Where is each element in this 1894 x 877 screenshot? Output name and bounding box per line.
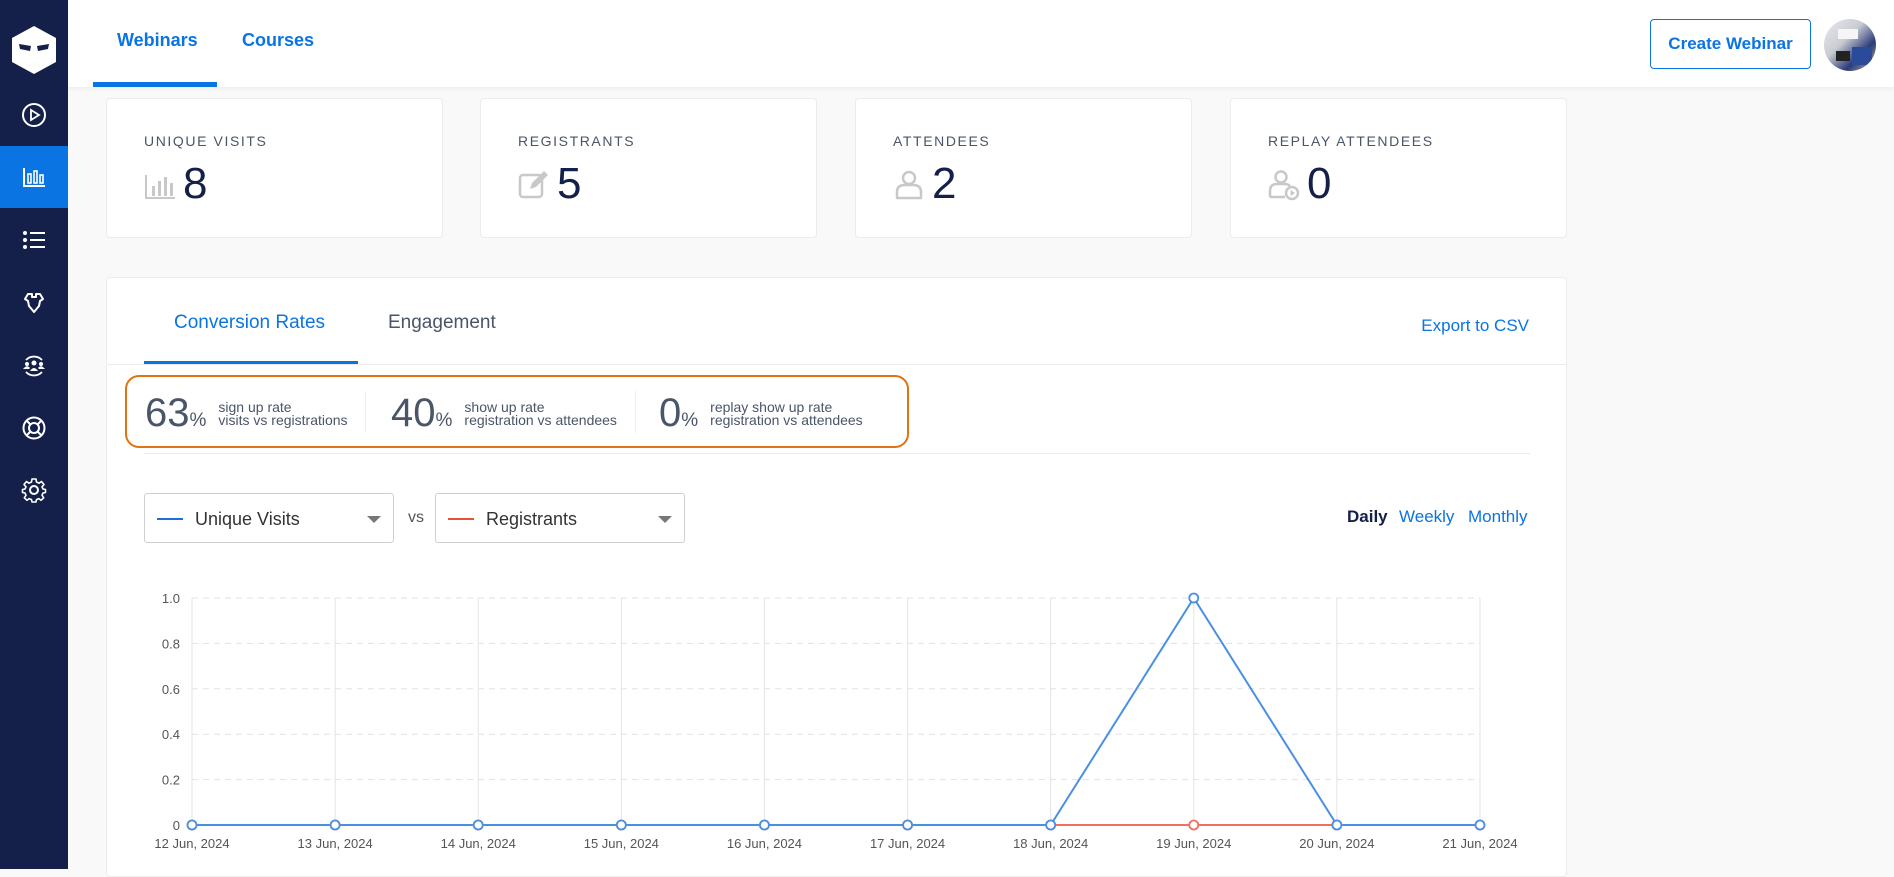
stat-card-attendees: ATTENDEES 2 (855, 98, 1192, 238)
active-tab-indicator (93, 82, 217, 87)
metric-select-secondary[interactable]: Registrants (435, 493, 685, 543)
stat-label: ATTENDEES (893, 133, 991, 149)
sidebar-item-integrations[interactable] (0, 271, 68, 333)
stat-value: 8 (183, 159, 208, 208)
analytics-panel: Conversion Rates Engagement Export to CS… (106, 277, 1567, 877)
caret-down-icon (658, 516, 672, 523)
stat-card-unique-visits: UNIQUE VISITS 8 (106, 98, 443, 238)
stat-label: UNIQUE VISITS (144, 133, 268, 149)
rate-subtitle: registration vs attendees (710, 411, 863, 428)
integrations-icon (24, 293, 44, 313)
vs-label: vs (408, 509, 424, 526)
stat-card-replay-attendees: REPLAY ATTENDEES 0 (1230, 98, 1567, 238)
tab-conversion-rates[interactable]: Conversion Rates (174, 312, 325, 334)
caret-down-icon (367, 516, 381, 523)
metric-select-primary[interactable]: Unique Visits (144, 493, 394, 543)
user-avatar[interactable] (1824, 19, 1876, 71)
sidebar-item-webinars[interactable] (0, 84, 68, 146)
analytics-icon (23, 168, 45, 187)
stat-value: 5 (557, 159, 582, 208)
support-icon (22, 416, 46, 440)
rate-subtitle: registration vs attendees (464, 411, 617, 428)
rate-value: 0 (659, 391, 682, 435)
play-circle-icon (22, 103, 46, 127)
rate-unit: % (189, 409, 207, 431)
stat-card-registrants: REGISTRANTS 5 (480, 98, 817, 238)
series-color-swatch (157, 518, 183, 520)
rate-unit: % (681, 409, 699, 431)
tab-courses[interactable]: Courses (242, 30, 314, 51)
period-daily[interactable]: Daily (1347, 507, 1388, 527)
series-color-swatch (448, 518, 474, 520)
rate-value: 40 (391, 391, 436, 435)
stat-value: 2 (932, 159, 957, 208)
rate-subtitle: visits vs registrations (218, 411, 348, 428)
rate-signup: 63 % sign up rate visits vs registrations (145, 391, 348, 436)
period-weekly[interactable]: Weekly (1399, 507, 1454, 527)
tab-engagement[interactable]: Engagement (388, 312, 496, 334)
divider (635, 391, 636, 433)
rate-showup: 40 % show up rate registration vs attende… (391, 391, 617, 436)
divider (365, 391, 366, 433)
bar-chart-icon (145, 175, 175, 199)
stat-label: REGISTRANTS (518, 133, 636, 149)
sidebar-item-settings[interactable] (0, 459, 68, 521)
conversion-rates-summary: 63 % sign up rate visits vs registrations… (125, 375, 909, 448)
user-replay-icon (1268, 170, 1300, 201)
period-monthly[interactable]: Monthly (1468, 507, 1528, 527)
webinarninja-logo-icon[interactable] (8, 24, 60, 76)
user-icon (895, 170, 923, 200)
sidebar-item-support[interactable] (0, 397, 68, 459)
stat-label: REPLAY ATTENDEES (1268, 133, 1434, 149)
divider (107, 364, 1566, 365)
rate-value: 63 (145, 391, 190, 435)
select-value: Unique Visits (195, 509, 300, 529)
sidebar-item-list[interactable] (0, 209, 68, 271)
sidebar-item-analytics[interactable] (0, 146, 68, 208)
stat-value: 0 (1307, 159, 1332, 208)
export-csv-link[interactable]: Export to CSV (1421, 316, 1529, 336)
list-icon (23, 231, 45, 249)
edit-icon (518, 171, 548, 199)
tab-webinars[interactable]: Webinars (117, 30, 198, 51)
sidebar (0, 0, 68, 869)
select-value: Registrants (486, 509, 578, 529)
users-icon (23, 355, 45, 377)
divider (144, 453, 1530, 454)
sidebar-item-team[interactable] (0, 334, 68, 396)
top-header: Webinars Courses Create Webinar (68, 0, 1894, 87)
rate-replay-showup: 0 % replay show up rate registration vs a… (659, 391, 863, 436)
rate-unit: % (435, 409, 453, 431)
create-webinar-button[interactable]: Create Webinar (1650, 19, 1811, 69)
settings-icon (21, 478, 47, 503)
